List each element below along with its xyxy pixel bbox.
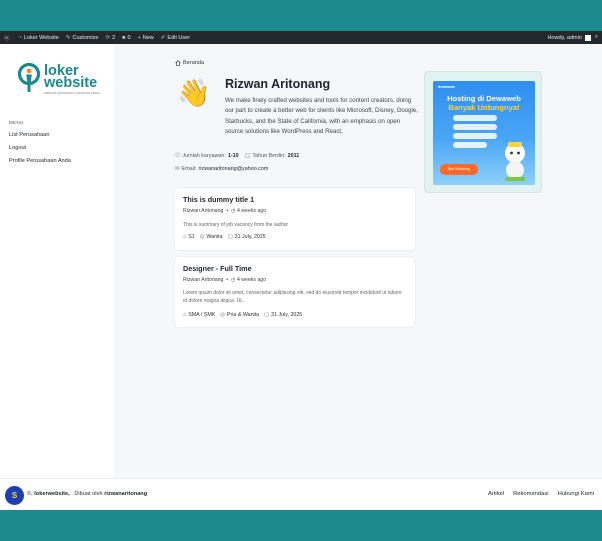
gender-icon: ◎ (199, 234, 205, 240)
admin-bar-new[interactable]: + New (138, 35, 154, 41)
main-content: Beranda 👋 Rizwan Aritonang We make finel… (114, 44, 602, 478)
clock-icon: ◷ (230, 277, 236, 283)
footer-site-link[interactable]: lokerwebsite, (34, 491, 69, 497)
page-body: loker website WEBSITE PENCARIAN LOWONGAN… (0, 44, 602, 478)
mail-icon: ✉ (175, 166, 180, 172)
footer-author-link[interactable]: rizwanaritonang (104, 491, 147, 497)
sidebar-item-logout[interactable]: Logout (9, 145, 26, 151)
job-summary: This is summary of job vacancy from the … (183, 222, 289, 228)
top-background-band (0, 0, 602, 31)
search-icon[interactable]: ⌕ (595, 34, 598, 41)
footer-nav: Artikel Rekomendasi Hubungi Kami (479, 491, 594, 497)
site-logo[interactable]: loker website WEBSITE PENCARIAN LOWONGAN… (17, 62, 100, 98)
sidebar-item-profile-perusahaan[interactable]: Profile Perusahaan Anda (9, 158, 71, 164)
users-icon: ⚇ (175, 153, 181, 159)
company-description: We make finely crafted websites and tool… (225, 97, 418, 135)
clock-icon: ◷ (230, 208, 236, 214)
graduation-cap-icon: ⌂ (183, 312, 187, 318)
admin-bar-customize[interactable]: ✎ Customize (66, 35, 99, 41)
job-card[interactable]: This is dummy title 1 Rizwan Aritonang •… (175, 188, 415, 250)
ad-feature-pill (453, 133, 497, 139)
founded-value: 2011 (287, 152, 300, 159)
graduation-cap-icon: ⌂ (183, 234, 187, 240)
footer-link-hubungi-kami[interactable]: Hubungi Kami (558, 491, 594, 497)
job-tags: ⌂ S1 ◎ Wanita ▢ 31 July, 2025 (183, 234, 266, 240)
job-title[interactable]: This is dummy title 1 (183, 195, 254, 204)
job-tags: ⌂ SMA / SMK ◎ Pria & Wanita ▢ 31 July, 2025 (183, 312, 303, 318)
admin-bar-howdy[interactable]: Howdy, admin (547, 35, 581, 41)
calendar-icon: ▢ (227, 234, 233, 240)
ad-feature-pill (453, 124, 497, 130)
ad-headline-2: Banyak Untungnya! (448, 103, 520, 112)
ad-feature-pill (453, 115, 497, 121)
logo-tagline: WEBSITE PENCARIAN LOWONGAN KERJA (44, 92, 100, 95)
wordpress-logo[interactable]: ⓦ (4, 34, 12, 42)
sidebar-item-list-perusahaan[interactable]: List Perusahaan (9, 132, 49, 138)
wp-admin-bar: ⓦ ◔ Loker Website ✎ Customize ⟳ 2 ■ 0 + New ✐… (0, 31, 602, 44)
company-name: Rizwan Aritonang (225, 77, 331, 91)
ad-feature-pill (453, 142, 487, 148)
update-icon: ⟳ (105, 34, 111, 41)
calendar-icon: ▢ (264, 312, 270, 318)
menu-heading: MENU (9, 120, 24, 125)
logo-mark-icon (17, 63, 41, 92)
job-meta: Rizwan Aritonang • ◷ 4 weeks ago (183, 277, 267, 283)
ad-cta-button[interactable]: Beli Sekarang (440, 164, 478, 175)
site-footer: S ©, lokerwebsite, . Dibuat oleh rizwana… (0, 478, 602, 510)
pencil-icon: ✐ (160, 34, 166, 41)
plus-icon: + (137, 34, 141, 41)
calendar-icon: ▢ (244, 153, 251, 159)
logo-text-website: website (44, 75, 98, 91)
breadcrumb-home-link[interactable]: Beranda (183, 60, 204, 66)
admin-bar-comments[interactable]: ■ 0 (122, 35, 130, 41)
job-card[interactable]: Designer - Full Time Rizwan Aritonang • … (175, 257, 415, 327)
footer-link-artikel[interactable]: Artikel (488, 491, 504, 497)
user-avatar-icon[interactable] (584, 34, 591, 41)
brush-icon: ✎ (65, 34, 71, 41)
mascot-image (505, 142, 525, 181)
ad-headline-1: Hosting di Dewaweb (447, 94, 521, 103)
job-meta: Rizwan Aritonang • ◷ 4 weeks ago (183, 208, 267, 214)
footer-copyright: ©, lokerwebsite, . Dibuat oleh rizwanari… (27, 491, 148, 497)
bottom-background-band (0, 510, 602, 541)
ad-banner[interactable]: dewaweb Hosting di Dewaweb Banyak Untung… (424, 71, 542, 193)
dashboard-icon: ◔ (18, 34, 22, 41)
gender-icon: ◎ (220, 312, 225, 318)
waving-hand-icon: 👋 (177, 78, 211, 108)
employees-value: 1-10 (227, 152, 239, 159)
admin-bar-site[interactable]: ◔ Loker Website (19, 35, 59, 41)
breadcrumb: Beranda (175, 60, 204, 66)
admin-bar-updates[interactable]: ⟳ 2 (106, 35, 116, 41)
company-email: ✉ Email: rizwanaritonang@yahoo.com (175, 166, 269, 172)
admin-bar-edit-user[interactable]: ✐ Edit User (161, 35, 190, 41)
home-icon (175, 60, 181, 66)
email-value[interactable]: rizwanaritonang@yahoo.com (199, 166, 269, 172)
footer-avatar[interactable]: S (5, 486, 24, 505)
wordpress-icon: ⓦ (4, 35, 10, 42)
footer-link-rekomendasi[interactable]: Rekomendasi (513, 491, 548, 497)
company-meta: ⚇ Jumlah karyawan: 1-10 ▢ Tahun Berdiri:… (175, 152, 300, 160)
job-summary: Lorem ipsum dolor sit amet, consectetur … (183, 290, 402, 304)
ad-image[interactable]: dewaweb Hosting di Dewaweb Banyak Untung… (433, 81, 535, 185)
sidebar: loker website WEBSITE PENCARIAN LOWONGAN… (0, 44, 114, 478)
ad-brand: dewaweb (438, 85, 455, 89)
comment-icon: ■ (122, 34, 126, 41)
job-title[interactable]: Designer - Full Time (183, 264, 252, 273)
